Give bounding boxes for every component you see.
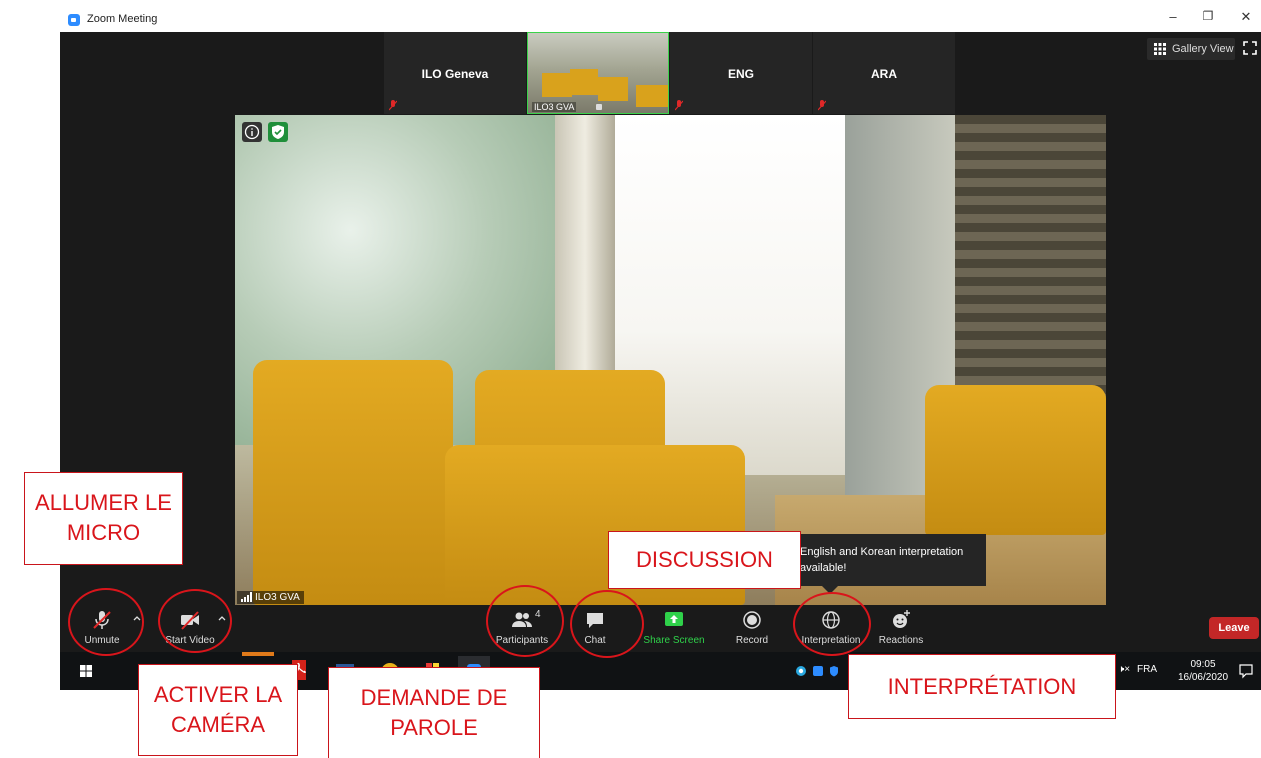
signal-strength-icon (241, 592, 252, 602)
thumbnail-eng[interactable]: ENG (670, 32, 812, 114)
gallery-view-button[interactable]: Gallery View (1147, 38, 1235, 60)
thumbnail-name: ILO Geneva (421, 67, 489, 81)
title-bar: Zoom Meeting – ❐ ✕ (60, 0, 1261, 32)
grid-icon (1154, 43, 1166, 55)
thumbnail-ilo-geneva[interactable]: ILO Geneva (384, 32, 526, 114)
share-screen-label: Share Screen (643, 635, 705, 646)
highlight-unmute (68, 588, 144, 656)
shield-icon[interactable] (268, 122, 288, 142)
thumbnail-chair (542, 73, 572, 97)
tooltip-text: English and Korean interpretation availa… (800, 546, 964, 574)
close-button[interactable]: ✕ (1236, 9, 1256, 25)
share-screen-button[interactable]: Share Screen (640, 605, 708, 652)
clock-time: 09:05 (1190, 659, 1216, 670)
reactions-label: Reactions (878, 635, 924, 646)
annotation-parole: DEMANDE DE PAROLE (328, 667, 540, 758)
highlight-start-video (158, 589, 232, 653)
reactions-button[interactable]: Reactions (875, 605, 927, 652)
share-screen-icon (665, 612, 683, 626)
thumbnail-name: ENG (727, 67, 754, 81)
highlight-chat (570, 590, 644, 658)
thumbnail-name: ILO3 GVA (532, 102, 577, 112)
interpretation-tooltip: English and Korean interpretation availa… (790, 534, 986, 586)
emoji-plus-icon (893, 610, 910, 628)
minimize-button[interactable]: – (1163, 9, 1183, 24)
thumbnail-chair (598, 77, 628, 101)
clock[interactable]: 09:05 16/06/2020 (1173, 658, 1233, 684)
highlight-interpretation (793, 592, 871, 656)
windows-start-icon[interactable] (70, 656, 102, 686)
meeting-stage: ILO Geneva ILO3 GVA ENG ARA Gallery View… (60, 32, 1261, 605)
thumbnail-name: ARA (871, 67, 897, 81)
video-blinds (955, 115, 1106, 425)
muted-mic-icon (675, 100, 683, 111)
thumbnail-ara[interactable]: ARA (813, 32, 955, 114)
muted-mic-icon (818, 100, 826, 111)
highlight-participants (486, 585, 564, 657)
muted-mic-icon (389, 100, 397, 111)
annotation-discussion: DISCUSSION (608, 531, 801, 589)
clock-date: 16/06/2020 (1177, 672, 1229, 683)
volume-muted-icon[interactable]: 🕨× (1118, 664, 1130, 675)
record-icon (743, 611, 761, 629)
meeting-toolbar: Unmute Start Video 4 Participants Chat S… (60, 605, 1261, 652)
annotation-interpretation: INTERPRÉTATION (848, 654, 1116, 719)
tray-zoom-icon[interactable] (812, 665, 824, 677)
window-title: Zoom Meeting (87, 13, 158, 25)
video-chair (925, 385, 1106, 535)
zoom-logo-icon (68, 14, 80, 26)
gallery-view-label: Gallery View (1172, 43, 1234, 55)
record-button[interactable]: Record (730, 605, 774, 652)
video-name-label: ILO3 GVA (237, 591, 304, 604)
notifications-icon[interactable] (1238, 663, 1254, 679)
pin-icon (596, 104, 602, 110)
meeting-info-icon[interactable] (242, 122, 262, 142)
annotation-camera: ACTIVER LA CAMÉRA (138, 664, 298, 756)
annotation-micro: ALLUMER LE MICRO (24, 472, 183, 565)
input-language[interactable]: FRA (1137, 664, 1157, 675)
tray-app-icon[interactable] (795, 665, 807, 677)
thumbnail-chair (636, 85, 668, 107)
thumbnail-ilo3-gva[interactable]: ILO3 GVA (527, 32, 669, 114)
maximize-button[interactable]: ❐ (1198, 9, 1218, 23)
thumbnail-chair (570, 69, 598, 95)
taskbar-app-indicator (242, 652, 274, 656)
fullscreen-icon[interactable] (1243, 41, 1257, 55)
record-label: Record (735, 635, 769, 646)
video-name: ILO3 GVA (255, 592, 300, 603)
video-chair (253, 360, 453, 605)
leave-button[interactable]: Leave (1209, 617, 1259, 639)
tray-shield-icon[interactable] (829, 665, 839, 677)
